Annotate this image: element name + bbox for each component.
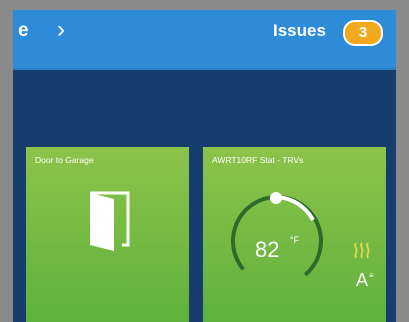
tile-door-to-garage[interactable]: Door to Garage xyxy=(26,147,189,322)
tile-title: Door to Garage xyxy=(35,155,94,165)
thermostat-dial[interactable] xyxy=(227,187,327,277)
open-door-icon xyxy=(90,191,130,251)
temperature-unit: °F xyxy=(290,235,300,245)
top-bar: e › Issues 3 xyxy=(13,10,396,70)
auto-mode-icon[interactable]: A xyxy=(356,270,368,291)
app-frame: e › Issues 3 Door to Garage AWRT10RF Sta… xyxy=(13,10,396,322)
chevron-right-icon[interactable]: › xyxy=(57,18,65,42)
heating-icon[interactable] xyxy=(353,242,371,260)
tile-thermostat[interactable]: AWRT10RF Stat - TRVs 82 °F A ≡ xyxy=(203,147,386,322)
issues-count-badge[interactable]: 3 xyxy=(343,20,383,46)
issues-button[interactable]: Issues xyxy=(273,21,326,41)
mode-indicator: ≡ xyxy=(369,271,374,280)
breadcrumb-text[interactable]: e xyxy=(18,20,29,42)
temperature-value: 82 xyxy=(255,237,280,262)
tile-title: AWRT10RF Stat - TRVs xyxy=(212,155,304,165)
